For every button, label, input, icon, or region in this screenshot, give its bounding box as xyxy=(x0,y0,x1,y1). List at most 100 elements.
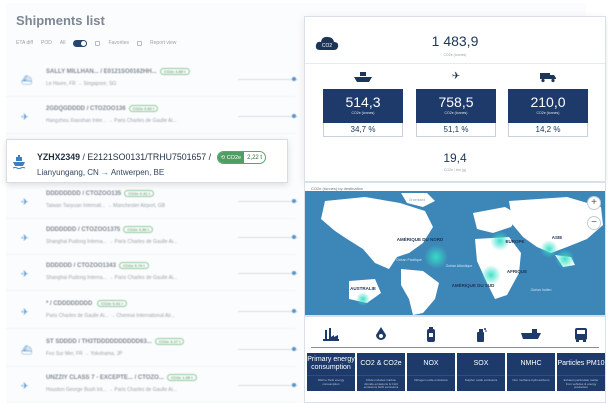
road-co2-value: 210,0 xyxy=(530,94,566,110)
progress-track xyxy=(238,77,298,81)
tab-description: Non methane hydrocarbons xyxy=(507,375,555,391)
tab-description: Exhaust particulate matter from vehicles… xyxy=(557,375,605,391)
shipment-card-selected[interactable]: YZHX2349 / E2121SO0131/TRHU7501657 / ⟲ C… xyxy=(6,139,288,183)
list-item[interactable]: ⛴ ST SDDDD / TH3TDDDDDDDDDD63... CO2e 3.1… xyxy=(6,331,298,367)
heat-spot xyxy=(424,245,448,269)
tab-primary-energy[interactable]: Primary energy consumption Well to Tank … xyxy=(306,317,356,403)
air-co2-value: 758,5 xyxy=(438,94,474,110)
route-destination: Chennai International Air... xyxy=(116,313,175,319)
progress-track xyxy=(238,199,298,203)
tab-nox[interactable]: NOX Nitrogen oxide emissions xyxy=(406,317,456,403)
shipment-ref: / CTOZOO1343 xyxy=(73,263,116,270)
route-origin: Shanghai Pudong Interna... xyxy=(46,239,107,245)
tab-label: Particles PM10 xyxy=(557,353,605,375)
plane-icon: ✈ xyxy=(21,269,29,279)
plane-icon: ✈ xyxy=(451,71,461,82)
sea-share: 34,7 % xyxy=(323,123,403,137)
route-origin: Hangzhou Xiaoshan Inter... xyxy=(46,118,107,124)
route-destination: Paris Charles de Gaulle Ai... xyxy=(114,239,178,245)
route-destination: Antwerpen, BE xyxy=(110,168,165,177)
plane-icon: ✈ xyxy=(21,233,29,243)
shipment-id: * / CDDDDDDDD xyxy=(46,301,93,308)
route-destination: Paris Charles de Gaulle Ai... xyxy=(114,275,178,281)
spray-icon xyxy=(456,327,506,343)
tab-label: Primary energy consumption xyxy=(307,353,355,375)
map-label-indian: Océan Indien xyxy=(531,288,552,292)
shipment-ref: / TH3TDDDDDDDDDD63... xyxy=(78,339,152,346)
co2-emission-pill: ⟲ CO2e 2,22 t xyxy=(216,151,267,164)
plane-icon: ✈ xyxy=(21,307,29,317)
divider xyxy=(305,63,605,64)
total-co2-label: CO2e (tonnes) xyxy=(443,53,467,57)
route-destination: Paris Charles de Gaulle Ai... xyxy=(114,118,177,124)
co2-pill-label: CO2e xyxy=(226,154,242,161)
tab-co2[interactable]: CO2 & CO2e CO2e includes Carbon dioxide … xyxy=(356,317,406,403)
list-item[interactable]: ✈ DDDDDD / CTOZOO1343 CO2e 0.74 t Shangha… xyxy=(6,255,298,291)
co2-pill: CO2e 0.74 t xyxy=(118,262,149,269)
list-item[interactable]: ✈ * / CDDDDDDDD CO2e 0.41 t Paris Charle… xyxy=(6,293,298,329)
zoom-out-button[interactable]: − xyxy=(587,216,601,230)
shipment-id: DDDDDD xyxy=(46,263,72,270)
list-item[interactable]: ✈ 2GDQGDDDD / CTOZOO136 CO2e 0.82 t Hangz… xyxy=(6,98,298,134)
favorites-checkbox[interactable] xyxy=(95,40,101,46)
shipment-id: UNZZIY CLASS 7 - EXCEPTE... xyxy=(46,375,133,382)
tab-sox[interactable]: SOX Sulphur oxide emissions xyxy=(456,317,506,403)
ship-icon: ⛴ xyxy=(21,75,33,85)
tab-description: CO2e includes Carbon dioxide emissions &… xyxy=(357,375,405,391)
progress-track xyxy=(238,235,298,239)
plane-icon: ✈ xyxy=(21,112,29,122)
list-item[interactable]: ✈ DDDDDDDD / CTOZOO135 CO2e 0.31 t Taiwan… xyxy=(6,183,298,219)
list-item[interactable]: ⛴ SALLY MILLHAN... / E0121SO0162HH... CO2… xyxy=(6,61,298,97)
map-label-asia: ASIE xyxy=(552,235,563,240)
shipment-ref: / CTOZOO135 xyxy=(82,191,122,198)
pollutant-tabs: Primary energy consumption Well to Tank … xyxy=(304,316,606,403)
tab-label: CO2 & CO2e xyxy=(357,353,405,375)
total-co2-value: 1 483,9 xyxy=(431,33,479,49)
map-label-greenland: Groenland xyxy=(409,198,425,202)
tab-nmhc[interactable]: NMHC Non methane hydrocarbons xyxy=(506,317,556,403)
plane-icon: ✈ xyxy=(21,197,29,207)
co2-intensity-value: 19,4 xyxy=(443,151,467,165)
favorites-label: Favorites xyxy=(108,40,130,46)
shipment-id: DDDDDDDD xyxy=(46,191,81,198)
mode-filter[interactable]: POD xyxy=(41,40,52,46)
list-item[interactable]: ✈ UNZZIY CLASS 7 - EXCEPTE... / CTOZO...… xyxy=(6,367,298,403)
sea-co2-unit: CO2e (tonnes) xyxy=(351,111,375,115)
progress-track xyxy=(238,271,298,275)
list-item[interactable]: ✈ DDDDDDD / CTOZOO1375 CO2e 0.90 t Shangh… xyxy=(6,219,298,255)
all-toggle[interactable] xyxy=(73,39,88,47)
shipment-ref: / E0121SO0162HH... xyxy=(100,69,157,76)
co2-pill: CO2e 3.17 t xyxy=(154,338,185,345)
progress-track xyxy=(238,114,298,118)
tab-description: Well to Tank energy consumption xyxy=(307,375,355,391)
route-origin: Lianyungang, CN xyxy=(37,168,99,177)
progress-track xyxy=(238,309,298,313)
bus-icon xyxy=(556,327,606,343)
ship-icon xyxy=(323,71,403,83)
zoom-in-button[interactable]: + xyxy=(587,196,601,210)
map-label-north-america: AMÉRIQUE DU NORD xyxy=(397,235,444,242)
truck-icon xyxy=(508,71,588,83)
tab-label: SOX xyxy=(457,353,505,375)
tab-description: Nitrogen oxide emissions xyxy=(407,375,455,391)
map-label-south-america: AMÉRIQUE DU SUD xyxy=(452,281,496,288)
co2-pill: CO2e 0.41 t xyxy=(97,300,127,307)
heat-spot xyxy=(555,249,575,269)
world-map[interactable]: AMÉRIQUE DU NORD EUROPE ASIE AFRIQUE AMÉ… xyxy=(305,191,606,316)
route-origin: Fos Sur Mer, FR xyxy=(46,351,83,357)
report-checkbox[interactable] xyxy=(137,40,143,46)
shipment-id: YZHX2349 xyxy=(37,151,81,162)
shipment-id: SALLY MILLHAN... xyxy=(46,69,99,76)
heat-spot xyxy=(356,292,370,306)
map-label-atlantic: Océan Atlantique xyxy=(446,264,473,268)
mode-sea: 514,3 CO2e (tonnes) 34,7 % xyxy=(323,71,403,137)
tab-particles[interactable]: Particles PM10 Exhaust particulate matte… xyxy=(556,317,606,403)
plane-icon: ✈ xyxy=(21,381,29,391)
report-label: Report view xyxy=(150,40,177,46)
shipment-ref: / CTOZO... xyxy=(134,375,164,382)
route-origin: Taiwan Taoyuan Internati... xyxy=(46,203,106,209)
canister-icon xyxy=(406,327,456,343)
ship-icon xyxy=(506,327,556,343)
period-filter[interactable]: ETA diff xyxy=(16,40,33,46)
page-title: Shipments list xyxy=(16,13,105,28)
